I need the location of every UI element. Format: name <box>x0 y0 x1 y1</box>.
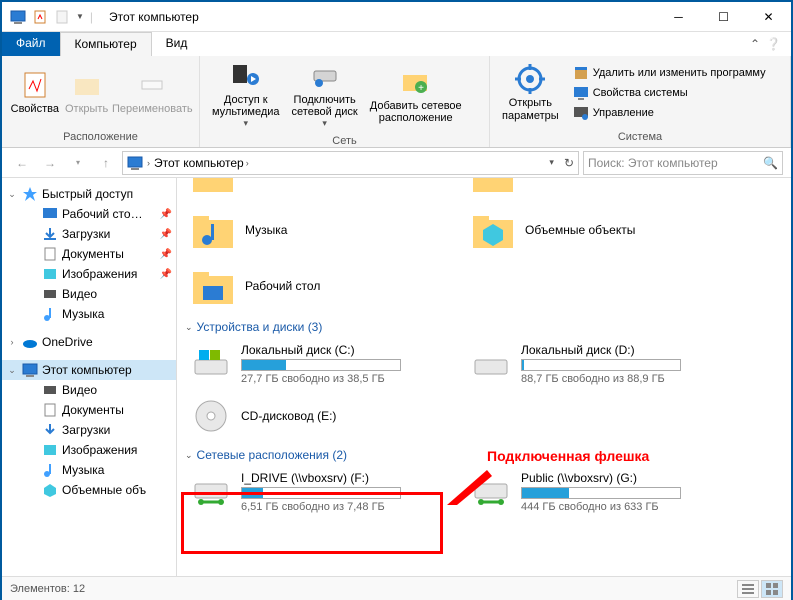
ribbon-collapse-icon[interactable]: ⌃ <box>750 37 760 51</box>
status-count: Элементов: 12 <box>10 583 85 595</box>
view-tiles-button[interactable] <box>761 580 783 598</box>
drive-d[interactable]: Локальный диск (D:) 88,7 ГБ свободно из … <box>465 338 745 390</box>
recent-dropdown[interactable]: ▾ <box>66 151 90 175</box>
qat-dropdown-icon[interactable]: ▼ <box>76 12 84 21</box>
tree-quick-access[interactable]: ⌄ Быстрый доступ <box>2 184 176 204</box>
ribbon-tabs: Файл Компьютер Вид ⌃ ❔ <box>2 32 791 56</box>
breadcrumb-thispc[interactable]: Этот компьютер › <box>154 156 249 170</box>
annotation-label: Подключенная флешка <box>487 448 649 464</box>
tree-tpc-videos[interactable]: Видео <box>2 380 176 400</box>
navbar: ← → ▾ ↑ › Этот компьютер › ▾ ↻ Поиск: Эт… <box>2 148 791 178</box>
refresh-icon[interactable]: ↻ <box>564 156 574 170</box>
help-icon[interactable]: ❔ <box>766 37 781 51</box>
tree-desktop[interactable]: Рабочий сто…📌 <box>2 204 176 224</box>
tree-pictures[interactable]: Изображения📌 <box>2 264 176 284</box>
content-pane: Музыка Объемные объекты Рабочий стол ⌄Ус… <box>177 178 791 576</box>
folder-music[interactable]: Музыка <box>185 202 445 258</box>
address-bar[interactable]: › Этот компьютер › ▾ ↻ <box>122 151 579 175</box>
ribbon-group-location-label: Расположение <box>2 129 199 147</box>
forward-button[interactable]: → <box>38 151 62 175</box>
group-drives[interactable]: ⌄Устройства и диски (3) <box>185 314 783 338</box>
open-settings-button[interactable]: Открыть параметры <box>496 61 565 123</box>
titlebar: ▼ | Этот компьютер ─ ☐ ✕ <box>2 2 791 32</box>
ribbon-group-system-label: Система <box>490 129 790 147</box>
address-dropdown-icon[interactable]: ▾ <box>549 157 554 168</box>
add-netlocation-button[interactable]: + Добавить сетевое расположение <box>364 64 468 126</box>
open-button: Открыть <box>62 67 112 117</box>
tab-computer[interactable]: Компьютер <box>60 32 152 56</box>
uninstall-button[interactable]: Удалить или изменить программу <box>569 64 770 82</box>
drive-c[interactable]: Локальный диск (C:) 27,7 ГБ свободно из … <box>185 338 465 390</box>
qat-blank-icon[interactable] <box>54 9 70 25</box>
tab-file[interactable]: Файл <box>2 32 60 56</box>
tree-videos[interactable]: Видео <box>2 284 176 304</box>
tree-downloads[interactable]: Загрузки📌 <box>2 224 176 244</box>
tree-thispc[interactable]: ⌄Этот компьютер <box>2 360 176 380</box>
tree-tpc-pictures[interactable]: Изображения <box>2 440 176 460</box>
minimize-button[interactable]: ─ <box>656 2 701 32</box>
system-props-button[interactable]: Свойства системы <box>569 84 770 102</box>
tree-onedrive[interactable]: ›OneDrive <box>2 332 176 352</box>
tree-documents[interactable]: Документы📌 <box>2 244 176 264</box>
search-input[interactable]: Поиск: Этот компьютер 🔍 <box>583 151 783 175</box>
rename-button: Переименовать <box>112 67 193 117</box>
search-icon: 🔍 <box>763 156 778 170</box>
group-network[interactable]: ⌄Сетевые расположения (2) <box>185 442 783 466</box>
map-netdrive-button[interactable]: Подключить сетевой диск ▾ <box>286 58 364 131</box>
tree-tpc-3d[interactable]: Объемные объ <box>2 480 176 500</box>
folder-partial-2[interactable] <box>465 178 725 202</box>
ribbon-group-network-label: Сеть <box>200 133 489 151</box>
up-button[interactable]: ↑ <box>94 151 118 175</box>
tree-music[interactable]: Музыка <box>2 304 176 324</box>
window-title: Этот компьютер <box>109 10 199 24</box>
svg-text:+: + <box>418 83 424 94</box>
tree-tpc-documents[interactable]: Документы <box>2 400 176 420</box>
close-button[interactable]: ✕ <box>746 2 791 32</box>
netdrive-f[interactable]: I_DRIVE (\\vboxsrv) (F:) 6,51 ГБ свободн… <box>185 466 465 518</box>
app-icon <box>10 9 26 25</box>
manage-button[interactable]: Управление <box>569 104 770 122</box>
maximize-button[interactable]: ☐ <box>701 2 746 32</box>
folder-partial-1[interactable] <box>185 178 445 202</box>
tree-tpc-music[interactable]: Музыка <box>2 460 176 480</box>
tree-tpc-downloads[interactable]: Загрузки <box>2 420 176 440</box>
tab-view[interactable]: Вид <box>152 32 202 56</box>
media-access-button[interactable]: Доступ к мультимедиа ▾ <box>206 58 286 131</box>
netdrive-g[interactable]: Public (\\vboxsrv) (G:) 444 ГБ свободно … <box>465 466 745 518</box>
computer-icon <box>127 155 143 171</box>
annotation-arrow-icon <box>447 470 497 510</box>
back-button[interactable]: ← <box>10 151 34 175</box>
drive-cd[interactable]: CD-дисковод (E:) <box>185 390 465 442</box>
ribbon: Свойства Открыть Переименовать Расположе… <box>2 56 791 148</box>
qat-properties-icon[interactable] <box>32 9 48 25</box>
folder-3d[interactable]: Объемные объекты <box>465 202 725 258</box>
statusbar: Элементов: 12 <box>2 576 791 600</box>
properties-button[interactable]: Свойства <box>8 67 62 117</box>
folder-desktop[interactable]: Рабочий стол <box>185 258 445 314</box>
view-details-button[interactable] <box>737 580 759 598</box>
nav-tree: ⌄ Быстрый доступ Рабочий сто…📌 Загрузки📌… <box>2 178 177 576</box>
